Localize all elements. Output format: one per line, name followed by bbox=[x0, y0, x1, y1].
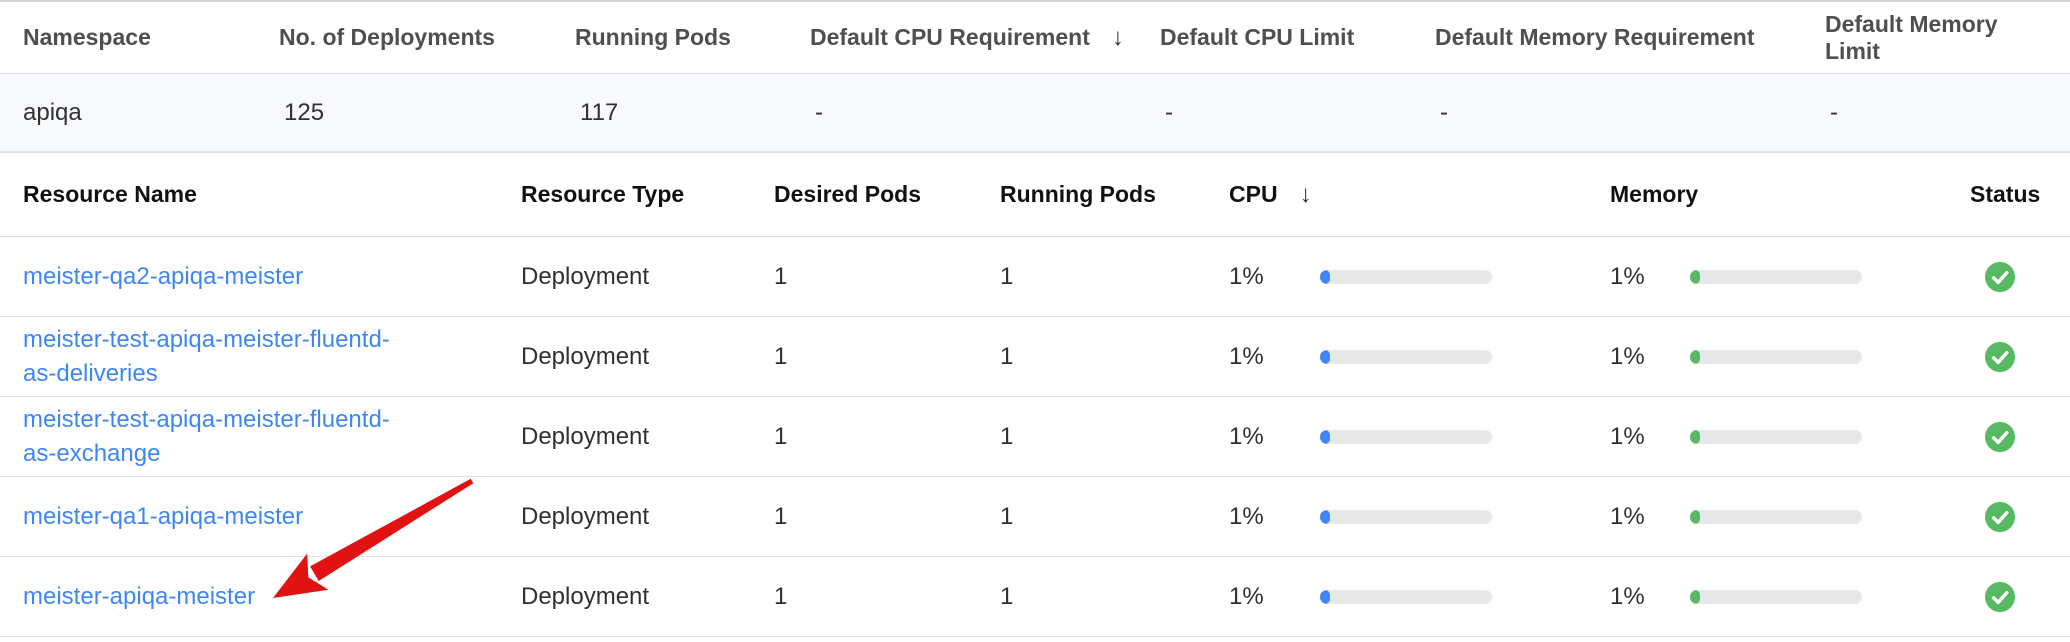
running-pods-cell: 1 bbox=[1000, 503, 1229, 531]
memory-cell: 1% bbox=[1610, 583, 1970, 611]
resource-type-cell: Deployment bbox=[521, 583, 774, 611]
resource-row: meister-qa2-apiqa-meister Deployment 1 1… bbox=[0, 237, 2070, 317]
cpu-percent: 1% bbox=[1229, 503, 1320, 531]
memory-percent: 1% bbox=[1610, 263, 1690, 291]
column-header-namespace[interactable]: Namespace bbox=[23, 24, 279, 51]
cpu-usage-bar bbox=[1320, 270, 1492, 284]
default-cpu-limit-cell: - bbox=[1160, 99, 1435, 127]
status-ok-icon bbox=[1985, 342, 2015, 372]
running-pods-count-cell: 117 bbox=[575, 99, 810, 127]
namespace-cell: apiqa bbox=[23, 99, 279, 127]
status-cell bbox=[1970, 422, 2047, 452]
resource-link[interactable]: meister-qa1-apiqa-meister bbox=[23, 500, 303, 534]
resource-name-cell: meister-apiqa-meister bbox=[23, 580, 521, 614]
memory-percent: 1% bbox=[1610, 583, 1690, 611]
default-memory-requirement-cell: - bbox=[1435, 99, 1825, 127]
running-pods-cell: 1 bbox=[1000, 423, 1229, 451]
column-header-resource-type[interactable]: Resource Type bbox=[521, 181, 774, 208]
column-header-running-pods[interactable]: Running Pods bbox=[1000, 181, 1229, 208]
memory-percent: 1% bbox=[1610, 423, 1690, 451]
namespace-table-header: Namespace No. of Deployments Running Pod… bbox=[0, 0, 2070, 73]
cpu-percent: 1% bbox=[1229, 343, 1320, 371]
column-header-resource-name[interactable]: Resource Name bbox=[23, 181, 521, 208]
column-header-label: Default CPU Requirement bbox=[810, 24, 1090, 51]
desired-pods-cell: 1 bbox=[774, 263, 1000, 291]
column-header-label: CPU bbox=[1229, 181, 1278, 208]
status-cell bbox=[1970, 502, 2047, 532]
resource-link[interactable]: meister-test-apiqa-meister-fluentd-as-ex… bbox=[23, 403, 418, 471]
memory-cell: 1% bbox=[1610, 423, 1970, 451]
status-cell bbox=[1970, 582, 2047, 612]
column-header-deployments[interactable]: No. of Deployments bbox=[279, 24, 575, 51]
resource-row: meister-qa1-apiqa-meister Deployment 1 1… bbox=[0, 477, 2070, 557]
status-ok-icon bbox=[1985, 262, 2015, 292]
memory-usage-bar bbox=[1690, 430, 1862, 444]
status-cell bbox=[1970, 262, 2047, 292]
cpu-usage-bar bbox=[1320, 590, 1492, 604]
status-ok-icon bbox=[1985, 502, 2015, 532]
cpu-cell: 1% bbox=[1229, 343, 1610, 371]
status-ok-icon bbox=[1985, 582, 2015, 612]
cpu-usage-bar bbox=[1320, 510, 1492, 524]
resource-row: meister-test-apiqa-meister-fluentd-as-ex… bbox=[0, 397, 2070, 477]
resource-type-cell: Deployment bbox=[521, 423, 774, 451]
default-memory-limit-cell: - bbox=[1825, 99, 2047, 127]
running-pods-cell: 1 bbox=[1000, 343, 1229, 371]
resource-name-cell: meister-qa1-apiqa-meister bbox=[23, 500, 521, 534]
resource-name-cell: meister-test-apiqa-meister-fluentd-as-de… bbox=[23, 323, 521, 391]
column-header-default-cpu-limit[interactable]: Default CPU Limit bbox=[1160, 24, 1435, 51]
resource-row: meister-apiqa-meister Deployment 1 1 1% … bbox=[0, 557, 2070, 637]
cpu-cell: 1% bbox=[1229, 263, 1610, 291]
default-cpu-requirement-cell: - bbox=[810, 99, 1160, 127]
cpu-percent: 1% bbox=[1229, 263, 1320, 291]
resource-link[interactable]: meister-apiqa-meister bbox=[23, 580, 255, 614]
desired-pods-cell: 1 bbox=[774, 423, 1000, 451]
memory-cell: 1% bbox=[1610, 503, 1970, 531]
resource-type-cell: Deployment bbox=[521, 503, 774, 531]
column-header-memory[interactable]: Memory bbox=[1610, 181, 1970, 208]
memory-usage-bar bbox=[1690, 350, 1862, 364]
status-cell bbox=[1970, 342, 2047, 372]
memory-usage-bar bbox=[1690, 270, 1862, 284]
deployments-count-cell: 125 bbox=[279, 99, 575, 127]
memory-percent: 1% bbox=[1610, 503, 1690, 531]
resource-link[interactable]: meister-test-apiqa-meister-fluentd-as-de… bbox=[23, 323, 418, 391]
resource-type-cell: Deployment bbox=[521, 343, 774, 371]
cpu-cell: 1% bbox=[1229, 503, 1610, 531]
resource-table-header: Resource Name Resource Type Desired Pods… bbox=[0, 153, 2070, 237]
workload-dashboard: Namespace No. of Deployments Running Pod… bbox=[0, 0, 2070, 642]
sort-descending-icon[interactable]: ↓ bbox=[1300, 181, 1312, 209]
memory-cell: 1% bbox=[1610, 343, 1970, 371]
resource-name-cell: meister-test-apiqa-meister-fluentd-as-ex… bbox=[23, 403, 521, 471]
column-header-running-pods[interactable]: Running Pods bbox=[575, 24, 810, 51]
status-ok-icon bbox=[1985, 422, 2015, 452]
cpu-usage-bar bbox=[1320, 430, 1492, 444]
column-header-default-cpu-requirement[interactable]: Default CPU Requirement ↓ bbox=[810, 24, 1160, 52]
resource-link[interactable]: meister-qa2-apiqa-meister bbox=[23, 260, 303, 294]
memory-usage-bar bbox=[1690, 590, 1862, 604]
cpu-percent: 1% bbox=[1229, 423, 1320, 451]
namespace-row[interactable]: apiqa 125 117 - - - - bbox=[0, 73, 2070, 153]
desired-pods-cell: 1 bbox=[774, 343, 1000, 371]
cpu-cell: 1% bbox=[1229, 583, 1610, 611]
resource-name-cell: meister-qa2-apiqa-meister bbox=[23, 260, 521, 294]
memory-percent: 1% bbox=[1610, 343, 1690, 371]
resource-row: meister-test-apiqa-meister-fluentd-as-de… bbox=[0, 317, 2070, 397]
desired-pods-cell: 1 bbox=[774, 503, 1000, 531]
resource-type-cell: Deployment bbox=[521, 263, 774, 291]
cpu-percent: 1% bbox=[1229, 583, 1320, 611]
column-header-status[interactable]: Status bbox=[1970, 181, 2047, 208]
column-header-cpu[interactable]: CPU ↓ bbox=[1229, 181, 1610, 209]
desired-pods-cell: 1 bbox=[774, 583, 1000, 611]
cpu-cell: 1% bbox=[1229, 423, 1610, 451]
column-header-default-memory-limit[interactable]: Default Memory Limit bbox=[1825, 11, 2047, 65]
cpu-usage-bar bbox=[1320, 350, 1492, 364]
memory-usage-bar bbox=[1690, 510, 1862, 524]
memory-cell: 1% bbox=[1610, 263, 1970, 291]
running-pods-cell: 1 bbox=[1000, 583, 1229, 611]
column-header-desired-pods[interactable]: Desired Pods bbox=[774, 181, 1000, 208]
column-header-default-memory-requirement[interactable]: Default Memory Requirement bbox=[1435, 24, 1825, 51]
sort-descending-icon[interactable]: ↓ bbox=[1112, 24, 1124, 52]
running-pods-cell: 1 bbox=[1000, 263, 1229, 291]
